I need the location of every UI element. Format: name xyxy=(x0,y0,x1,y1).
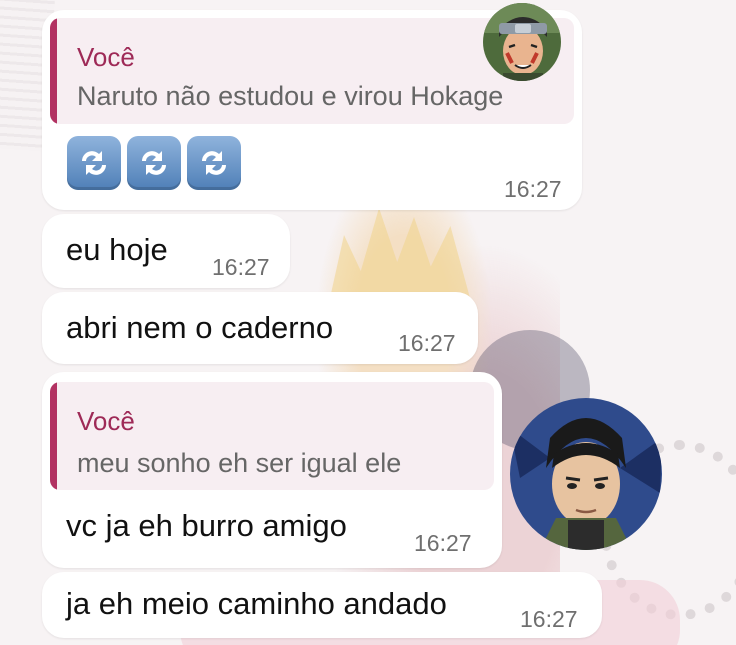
reply-text: meu sonho eh ser igual ele xyxy=(77,448,402,478)
sender-avatar[interactable] xyxy=(510,398,662,550)
message-time: 16:27 xyxy=(504,176,562,202)
message-time: 16:27 xyxy=(520,606,578,632)
repeat-icon xyxy=(187,136,241,190)
reply-accent-bar xyxy=(50,18,57,124)
message-text: abri nem o caderno xyxy=(66,310,334,345)
message-bubble-2[interactable]: eu hoje 16:27 xyxy=(42,214,290,288)
message-time: 16:27 xyxy=(398,330,456,356)
avatar-portrait xyxy=(483,3,561,81)
message-text: eu hoje xyxy=(66,232,168,267)
reply-author: Você xyxy=(77,406,135,436)
message-time: 16:27 xyxy=(414,530,472,556)
reply-quote[interactable]: Você meu sonho eh ser igual ele xyxy=(50,382,494,490)
message-time: 16:27 xyxy=(212,254,270,280)
reply-author: Você xyxy=(77,42,135,72)
reply-text: Naruto não estudou e virou Hokage xyxy=(77,81,504,111)
message-text: ja eh meio caminho andado xyxy=(66,586,447,621)
reply-accent-bar xyxy=(50,382,57,490)
repeat-icon xyxy=(67,136,121,190)
message-bubble-3[interactable]: abri nem o caderno 16:27 xyxy=(42,292,478,364)
avatar-portrait xyxy=(510,398,662,550)
message-bubble-5[interactable]: ja eh meio caminho andado 16:27 xyxy=(42,572,602,638)
message-bubble-4[interactable]: Você meu sonho eh ser igual ele vc ja eh… xyxy=(42,372,502,568)
sender-avatar[interactable] xyxy=(483,3,561,81)
emoji-row xyxy=(67,136,241,190)
message-text: vc ja eh burro amigo xyxy=(66,508,347,543)
repeat-icon xyxy=(127,136,181,190)
